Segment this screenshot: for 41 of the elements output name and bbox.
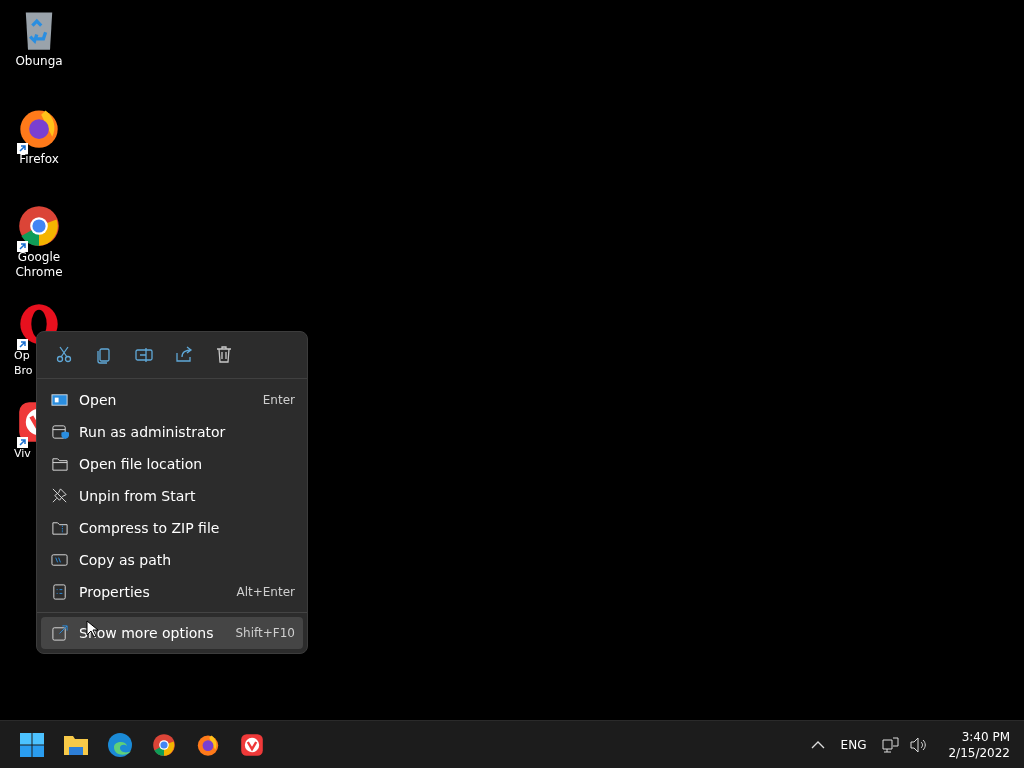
rename-icon[interactable] xyxy=(134,345,154,365)
desktop-icon-label[interactable]: Viv xyxy=(0,446,31,461)
volume-icon[interactable] xyxy=(910,736,929,753)
firefox-icon xyxy=(196,732,220,757)
menu-item[interactable]: Unpin from Start xyxy=(41,480,303,512)
menu-item[interactable]: Open file location xyxy=(41,448,303,480)
shortcut-text: Enter xyxy=(262,393,295,407)
unpin-icon xyxy=(51,487,69,505)
external-window-icon xyxy=(51,624,69,642)
clock-date[interactable]: 2/15/2022 xyxy=(948,744,1010,761)
desktop-icon-label[interactable]: Op xyxy=(0,348,30,363)
menu-item[interactable]: Copy as path xyxy=(41,544,303,576)
desktop-icon-label[interactable]: Bro xyxy=(0,363,33,378)
desktop-icon-label[interactable]: Chrome xyxy=(15,265,63,280)
windows-start-icon[interactable] xyxy=(19,731,45,758)
zip-folder-icon xyxy=(51,519,69,537)
menu-item[interactable]: Open Enter xyxy=(41,384,303,416)
properties-icon xyxy=(51,583,69,601)
cut-icon[interactable] xyxy=(54,345,74,365)
clock-time[interactable]: 3:40 PM xyxy=(961,728,1010,745)
language-indicator[interactable]: ENG xyxy=(834,737,873,752)
menu-item[interactable]: Run as administrator xyxy=(41,416,303,448)
path-icon xyxy=(51,551,69,569)
desktop-icon-label[interactable]: Google xyxy=(17,250,61,265)
shortcut-text: Shift+F10 xyxy=(235,626,295,640)
vivaldi-icon xyxy=(240,732,264,757)
chrome-icon xyxy=(17,204,61,248)
edge-icon[interactable] xyxy=(107,731,133,758)
desktop-icon-label[interactable]: Obunga xyxy=(15,54,63,69)
chrome-icon xyxy=(152,732,176,757)
shield-window-icon xyxy=(51,423,69,441)
chevron-up-icon[interactable] xyxy=(810,739,825,750)
desktop-icon-label[interactable]: Firefox xyxy=(19,152,59,167)
menu-item[interactable]: Properties Alt+Enter xyxy=(41,576,303,608)
share-icon[interactable] xyxy=(174,345,194,365)
network-icon[interactable] xyxy=(882,736,901,753)
folder-icon xyxy=(51,455,69,473)
delete-icon[interactable] xyxy=(214,345,234,365)
shortcut-text: Alt+Enter xyxy=(236,585,295,599)
window-icon xyxy=(51,391,69,409)
menu-item[interactable]: Compress to ZIP file xyxy=(41,512,303,544)
